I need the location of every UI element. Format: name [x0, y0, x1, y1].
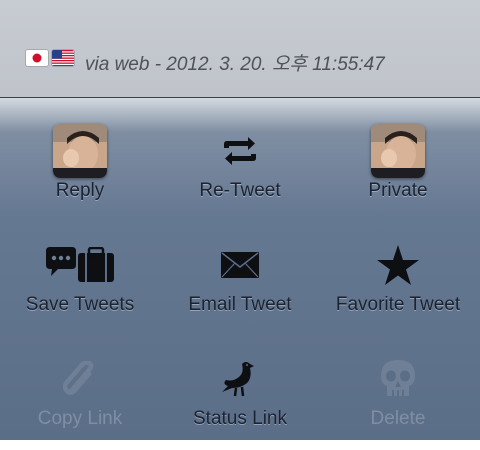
tweet-actions-panel: Reply Re-Tweet Private Save Tweets Email…	[0, 98, 480, 440]
reply-button[interactable]: Reply	[0, 122, 160, 222]
favorite-tweet-button[interactable]: Favorite Tweet	[318, 236, 478, 336]
delete-label: Delete	[370, 408, 426, 429]
avatar	[371, 124, 425, 178]
copy-link-button[interactable]: Copy Link	[0, 350, 160, 450]
us-flag-icon	[52, 50, 74, 66]
reply-label: Reply	[55, 180, 105, 201]
private-label: Private	[368, 180, 428, 201]
retweet-button[interactable]: Re-Tweet	[160, 122, 320, 222]
save-tweets-label: Save Tweets	[25, 294, 135, 315]
email-tweet-button[interactable]: Email Tweet	[160, 236, 320, 336]
via-timestamp: via web - 2012. 3. 20. 오후 11:55:47	[85, 54, 385, 75]
email-tweet-label: Email Tweet	[188, 294, 292, 315]
envelope-icon	[221, 252, 259, 278]
chat-briefcase-icon	[46, 247, 114, 282]
flags	[26, 50, 74, 66]
japan-flag-icon	[26, 50, 48, 66]
status-link-button[interactable]: Status Link	[160, 350, 320, 450]
copy-link-label: Copy Link	[37, 408, 123, 429]
skull-icon	[381, 360, 415, 396]
avatar	[53, 124, 107, 178]
private-message-button[interactable]: Private	[318, 122, 478, 222]
save-tweets-button[interactable]: Save Tweets	[0, 236, 160, 336]
delete-button[interactable]: Delete	[318, 350, 478, 450]
retweet-icon	[224, 137, 256, 165]
paperclip-icon	[63, 361, 94, 395]
tweet-meta-header: via web - 2012. 3. 20. 오후 11:55:47	[0, 0, 480, 98]
favorite-tweet-label: Favorite Tweet	[335, 294, 461, 315]
star-icon	[377, 245, 419, 285]
retweet-label: Re-Tweet	[199, 180, 281, 201]
status-link-label: Status Link	[193, 408, 287, 429]
bird-icon	[222, 362, 254, 397]
